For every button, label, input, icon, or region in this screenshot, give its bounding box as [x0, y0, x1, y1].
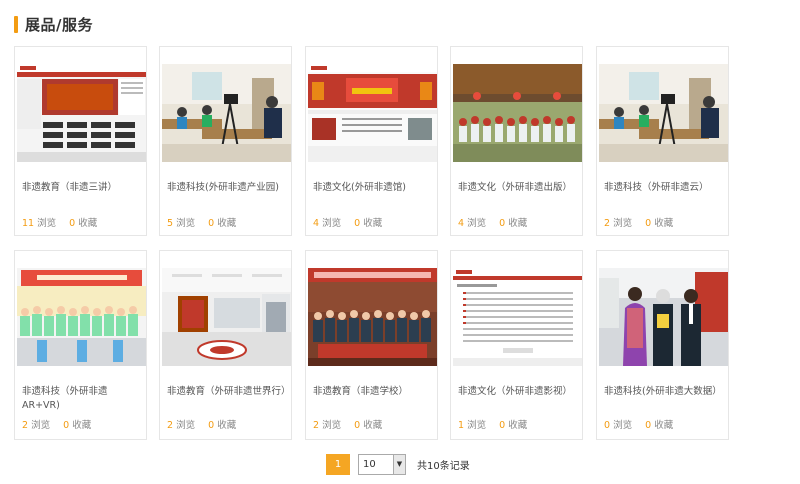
product-stats: 4 浏览 0 收藏: [313, 215, 382, 229]
views-label: 浏览: [37, 218, 57, 229]
product-title[interactable]: 非遗文化(外研非遗馆): [313, 181, 433, 195]
favorites-label: 收藏: [363, 420, 383, 431]
product-card[interactable]: 非遗科技（外研非遗云） 2 浏览 0 收藏: [596, 46, 729, 236]
views-count: 0: [604, 420, 611, 431]
favorites-count: 0: [208, 218, 215, 229]
product-thumbnail[interactable]: [162, 64, 291, 162]
views-count: 4: [313, 218, 320, 229]
page-button-current[interactable]: 1: [326, 453, 350, 475]
product-card[interactable]: 非遗科技（外研非遗AR+VR) 2 浏览 0 收藏: [14, 250, 147, 440]
product-title[interactable]: 非遗科技（外研非遗AR+VR): [22, 385, 142, 413]
favorites-count: 0: [645, 420, 652, 431]
views-count: 1: [458, 420, 465, 431]
product-title[interactable]: 非遗教育（外研非遗世界行）: [167, 385, 291, 399]
views-count: 11: [22, 218, 35, 229]
chevron-down-icon[interactable]: ▼: [393, 454, 405, 474]
favorites-count: 0: [499, 420, 506, 431]
section-title: 展品/服务: [25, 15, 93, 34]
product-stats: 2 浏览 0 收藏: [167, 417, 236, 431]
page-size-value: 10: [363, 458, 376, 470]
views-label: 浏览: [31, 420, 51, 431]
favorites-count: 0: [499, 218, 506, 229]
favorites-count: 0: [63, 420, 70, 431]
product-thumbnail[interactable]: [453, 268, 582, 366]
views-count: 5: [167, 218, 174, 229]
favorites-label: 收藏: [508, 420, 528, 431]
favorites-label: 收藏: [78, 218, 98, 229]
product-thumbnail[interactable]: [162, 268, 291, 366]
favorites-count: 0: [645, 218, 652, 229]
views-label: 浏览: [613, 218, 633, 229]
product-card[interactable]: 非遗文化（外研非遗影视） 1 浏览 0 收藏: [450, 250, 583, 440]
product-title[interactable]: 非遗科技（外研非遗云）: [604, 181, 724, 195]
product-title[interactable]: 非遗教育（非遗三讲）: [22, 181, 142, 195]
favorites-count: 0: [69, 218, 76, 229]
section-header: 展品/服务: [14, 14, 93, 34]
product-title[interactable]: 非遗科技(外研非遗大数据）: [604, 385, 724, 399]
favorites-count: 0: [354, 420, 361, 431]
product-stats: 4 浏览 0 收藏: [458, 215, 527, 229]
product-card[interactable]: 非遗教育（非遗学校） 2 浏览 0 收藏: [305, 250, 438, 440]
product-stats: 2 浏览 0 收藏: [604, 215, 673, 229]
favorites-label: 收藏: [217, 218, 237, 229]
product-card[interactable]: 非遗教育（非遗三讲） 11 浏览 0 收藏: [14, 46, 147, 236]
views-count: 2: [167, 420, 174, 431]
favorites-label: 收藏: [217, 420, 237, 431]
product-stats: 11 浏览 0 收藏: [22, 215, 97, 229]
views-label: 浏览: [176, 218, 196, 229]
pagination: 1 10 ▼ 共10条记录: [326, 453, 470, 475]
product-stats: 0 浏览 0 收藏: [604, 417, 673, 431]
total-records: 共10条记录: [417, 460, 470, 472]
product-stats: 2 浏览 0 收藏: [22, 417, 91, 431]
product-thumbnail[interactable]: [17, 268, 146, 366]
views-count: 2: [22, 420, 29, 431]
views-label: 浏览: [322, 218, 342, 229]
views-count: 4: [458, 218, 465, 229]
views-count: 2: [604, 218, 611, 229]
product-stats: 5 浏览 0 收藏: [167, 215, 236, 229]
product-title[interactable]: 非遗文化（外研非遗影视）: [458, 385, 578, 399]
views-count: 2: [313, 420, 320, 431]
favorites-label: 收藏: [508, 218, 528, 229]
favorites-count: 0: [208, 420, 215, 431]
product-card[interactable]: 非遗科技(外研非遗大数据） 0 浏览 0 收藏: [596, 250, 729, 440]
section-accent-bar: [14, 15, 18, 33]
favorites-label: 收藏: [72, 420, 92, 431]
product-thumbnail[interactable]: [308, 64, 437, 162]
product-card[interactable]: 非遗教育（外研非遗世界行） 2 浏览 0 收藏: [159, 250, 292, 440]
product-title[interactable]: 非遗科技(外研非遗产业园): [167, 181, 287, 195]
views-label: 浏览: [176, 420, 196, 431]
product-title[interactable]: 非遗文化（外研非遗出版）: [458, 181, 578, 195]
product-card[interactable]: 非遗科技(外研非遗产业园) 5 浏览 0 收藏: [159, 46, 292, 236]
favorites-label: 收藏: [363, 218, 383, 229]
views-label: 浏览: [322, 420, 342, 431]
page-size-select[interactable]: 10 ▼: [358, 453, 406, 475]
favorites-label: 收藏: [654, 218, 674, 229]
favorites-label: 收藏: [654, 420, 674, 431]
views-label: 浏览: [467, 218, 487, 229]
favorites-count: 0: [354, 218, 361, 229]
product-thumbnail[interactable]: [599, 268, 728, 366]
product-title[interactable]: 非遗教育（非遗学校）: [313, 385, 433, 399]
product-thumbnail[interactable]: [17, 64, 146, 162]
product-thumbnail[interactable]: [453, 64, 582, 162]
product-stats: 1 浏览 0 收藏: [458, 417, 527, 431]
product-thumbnail[interactable]: [308, 268, 437, 366]
product-card[interactable]: 非遗文化(外研非遗馆) 4 浏览 0 收藏: [305, 46, 438, 236]
product-thumbnail[interactable]: [599, 64, 728, 162]
views-label: 浏览: [467, 420, 487, 431]
product-stats: 2 浏览 0 收藏: [313, 417, 382, 431]
views-label: 浏览: [613, 420, 633, 431]
product-card[interactable]: 非遗文化（外研非遗出版） 4 浏览 0 收藏: [450, 46, 583, 236]
